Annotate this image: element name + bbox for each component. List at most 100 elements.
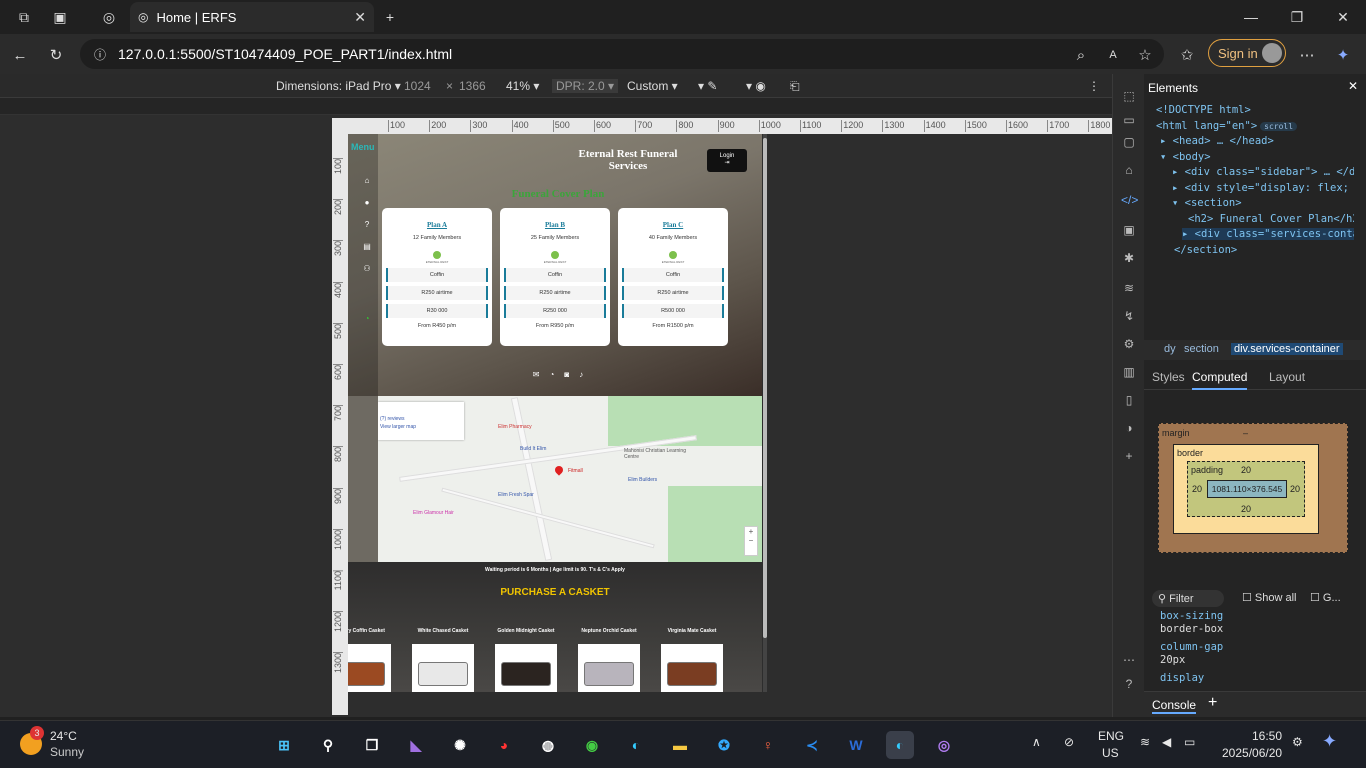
network-off-icon[interactable]: ⊘ xyxy=(1064,735,1074,749)
filter-input[interactable]: ⚲ Filter xyxy=(1152,590,1224,607)
plan-name[interactable]: Plan B xyxy=(500,221,610,229)
dom-node[interactable]: ▸ <head> … </head> xyxy=(1160,135,1274,147)
copilot-icon[interactable]: ✦ xyxy=(1332,44,1354,66)
performance-icon[interactable]: ↯ xyxy=(1121,308,1137,324)
login-button[interactable]: Login ⇥ xyxy=(707,149,747,172)
people-icon[interactable]: ⚇ xyxy=(362,264,372,274)
dom-node[interactable]: <!DOCTYPE html> xyxy=(1156,104,1251,116)
welcome-home-icon[interactable]: ⌂ xyxy=(1121,162,1137,178)
dom-node[interactable]: ▸ <div style="display: flex; align-items… xyxy=(1172,182,1354,194)
tiktok-icon[interactable]: ♪ xyxy=(579,370,583,380)
dom-node[interactable]: ▾ <body> xyxy=(1160,151,1211,163)
whatsapp-icon[interactable]: ◔ xyxy=(362,314,372,324)
word-icon[interactable]: W xyxy=(842,731,870,759)
styles-tab[interactable]: Layout xyxy=(1269,370,1305,384)
group-checkbox[interactable]: ☐ G... xyxy=(1310,591,1341,604)
debugger-icon[interactable]: ✱ xyxy=(1121,250,1137,266)
region-code[interactable]: US xyxy=(1102,746,1119,760)
viewport-scrollbar[interactable] xyxy=(763,134,767,692)
show-all-checkbox[interactable]: ☐ Show all xyxy=(1242,591,1297,604)
edge-icon[interactable]: ◐ xyxy=(622,731,650,759)
github-icon[interactable]: ◎ xyxy=(930,731,958,759)
application-icon[interactable]: ▯ xyxy=(1121,392,1137,408)
clock-date[interactable]: 2025/06/20 xyxy=(1222,746,1282,760)
zoom-select[interactable]: 41% ▾ xyxy=(506,79,539,93)
casket-image[interactable] xyxy=(412,644,474,692)
plan-name[interactable]: Plan C xyxy=(618,221,728,229)
dom-node[interactable]: </section> xyxy=(1174,244,1237,256)
console-tab[interactable]: Console xyxy=(1152,698,1197,714)
rotate-icon[interactable]: ▾ ✎ xyxy=(698,79,717,93)
globe-icon[interactable]: ◎ xyxy=(99,7,119,27)
weather-desc[interactable]: Sunny xyxy=(50,745,84,759)
restore-icon[interactable]: ❐ xyxy=(1286,6,1308,28)
dpr-select[interactable]: DPR: 2.0 ▾ xyxy=(552,79,619,93)
casket-item[interactable]: Virginia Mate Casket xyxy=(660,628,724,692)
visual-studio-icon[interactable]: ◣ xyxy=(402,731,430,759)
favorites-icon[interactable]: ✩ xyxy=(1176,44,1198,66)
mail-icon[interactable]: ✉ xyxy=(533,370,540,380)
breadcrumb-item[interactable]: div.services-container xyxy=(1231,343,1343,355)
map-reviews[interactable]: (?) reviews xyxy=(380,416,464,422)
add-drawer-tab-icon[interactable]: + xyxy=(1208,694,1217,712)
map-zoom-control[interactable]: + − xyxy=(744,526,758,556)
casket-item[interactable]: Cherry Coffin Casket xyxy=(348,628,392,692)
file-explorer-icon[interactable]: ▬ xyxy=(666,731,694,759)
casket-image[interactable] xyxy=(578,644,640,692)
refresh-icon[interactable]: ↻ xyxy=(45,44,67,66)
sign-in-button[interactable]: Sign in xyxy=(1208,39,1286,67)
card-icon[interactable]: ▤ xyxy=(362,242,372,252)
device-select[interactable]: Dimensions: iPad Pro ▾ xyxy=(276,79,401,93)
edge-dev-icon[interactable]: ◐ xyxy=(886,731,914,759)
dom-node[interactable]: <h2> Funeral Cover Plan</h2> xyxy=(1188,213,1354,225)
dom-node[interactable]: ▾ <section> xyxy=(1172,197,1242,209)
lighthouse-icon[interactable]: ◑ xyxy=(1121,420,1137,436)
zoom-icon[interactable]: ⌕ xyxy=(1070,44,1092,66)
styles-tab[interactable]: Styles xyxy=(1152,370,1185,384)
favorite-star-icon[interactable]: ☆ xyxy=(1134,44,1156,66)
scrollbar-thumb[interactable] xyxy=(763,138,767,638)
breadcrumb-item[interactable]: dy xyxy=(1164,343,1176,355)
settings-gear-icon[interactable]: ⚙ xyxy=(1121,336,1137,352)
inspect-icon[interactable]: ⬚ xyxy=(1121,88,1137,104)
new-tab-icon[interactable]: + xyxy=(380,7,400,27)
chatgpt-icon[interactable]: ✺ xyxy=(446,731,474,759)
dom-node[interactable]: <html lang="en"> scroll xyxy=(1156,120,1298,132)
window-icon[interactable]: ▢ xyxy=(1121,134,1137,150)
map-embed[interactable]: (?) reviews View larger map Fitmall Buil… xyxy=(378,396,762,562)
start-icon[interactable]: ⊞ xyxy=(270,731,298,759)
casket-image[interactable] xyxy=(495,644,557,692)
chrome-icon[interactable]: ◉ xyxy=(578,731,606,759)
add-tool-icon[interactable]: + xyxy=(1121,448,1137,464)
tray-chevron-icon[interactable]: ∧ xyxy=(1032,735,1041,749)
width-input[interactable]: 1024 xyxy=(404,79,431,93)
elements-tool-icon[interactable]: </> xyxy=(1121,192,1138,208)
console-tool-icon[interactable]: ▣ xyxy=(1121,222,1137,238)
throttle-select[interactable]: Custom ▾ xyxy=(627,79,678,93)
network-icon[interactable]: ≋ xyxy=(1121,280,1137,296)
device-icon[interactable]: ▭ xyxy=(1121,112,1137,128)
whatsapp-social-icon[interactable]: ◔ xyxy=(550,370,555,380)
close-window-icon[interactable]: ✕ xyxy=(1332,6,1354,28)
more-icon[interactable]: ⋯ xyxy=(1296,44,1318,66)
weather-temp[interactable]: 24°C xyxy=(50,729,77,743)
styles-tab[interactable]: Computed xyxy=(1192,370,1248,390)
map-info-box[interactable]: (?) reviews View larger map xyxy=(378,402,464,440)
tab-actions-icon[interactable]: ▣ xyxy=(50,7,70,27)
capture-icon[interactable]: ⎗ xyxy=(790,79,800,94)
casket-image[interactable] xyxy=(348,644,391,692)
search-app-icon[interactable]: ◍ xyxy=(534,731,562,759)
help-icon[interactable]: ? xyxy=(1121,676,1137,692)
casket-item[interactable]: Neptune Orchid Casket xyxy=(577,628,641,692)
property-name[interactable]: box-sizing xyxy=(1160,610,1223,622)
menu-label[interactable]: Menu xyxy=(351,142,375,152)
read-aloud-icon[interactable]: A xyxy=(1102,44,1124,66)
app-store-icon[interactable]: ✪ xyxy=(710,731,738,759)
tab-home[interactable]: ◎ Home | ERFS ✕ xyxy=(130,2,374,32)
more-tools-icon[interactable]: ⋯ xyxy=(1121,652,1137,668)
vision-icon[interactable]: ▾ ◉ xyxy=(746,79,766,93)
battery-icon[interactable]: ▭ xyxy=(1184,735,1195,749)
microphone-icon[interactable]: ♀ xyxy=(754,731,782,759)
home-icon[interactable]: ⌂ xyxy=(362,176,372,186)
map-view-larger[interactable]: View larger map xyxy=(380,424,464,430)
